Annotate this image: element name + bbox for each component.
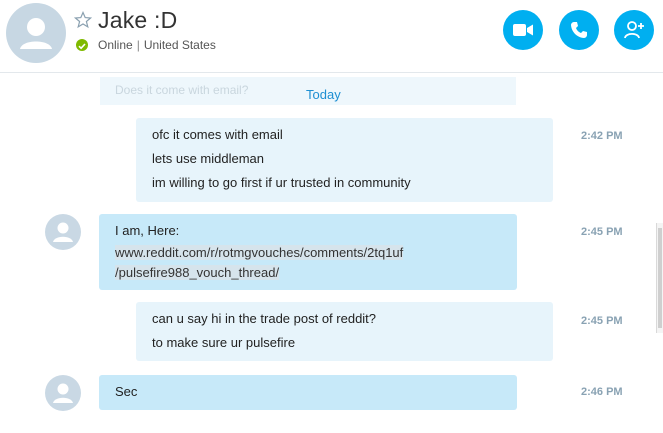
contact-avatar-small[interactable] [45,375,81,411]
day-separator: Today [306,87,341,102]
outgoing-message[interactable]: can u say hi in the trade post of reddit… [136,302,553,361]
video-call-button[interactable] [503,10,543,50]
message-line: im willing to go first if ur trusted in … [152,175,411,190]
default-avatar-icon [53,383,73,403]
message-link-part[interactable]: www.reddit.com/r/rotmgvouches/comments/2… [115,245,404,260]
default-avatar-icon [53,222,73,242]
message-line: Sec [115,384,138,399]
voice-call-button[interactable] [559,10,599,50]
outgoing-message[interactable]: ofc it comes with email lets use middlem… [136,118,553,202]
message-timestamp: 2:45 PM [581,226,623,238]
message-link[interactable]: www.reddit.com/r/rotmgvouches/comments/2… [115,243,501,283]
add-people-button[interactable] [614,10,654,50]
favorite-star-icon[interactable] [74,11,92,29]
video-camera-icon [513,24,533,36]
message-line: I am, Here: [115,223,180,238]
contact-name: Jake :D [98,7,178,33]
message-link-part[interactable]: /pulsefire988_vouch_thread/ [115,265,280,280]
status-separator: | [136,38,140,52]
message-timestamp: 2:46 PM [581,386,623,398]
message-line: to make sure ur pulsefire [152,335,296,350]
message-line: ofc it comes with email [152,127,283,142]
status-line: Online | United States [98,38,216,52]
add-person-icon [624,21,644,39]
message-line: lets use middleman [152,151,264,166]
contact-avatar-small[interactable] [45,214,81,250]
contact-avatar[interactable] [6,3,66,63]
scrollbar-thumb[interactable] [658,228,662,328]
message-line: can u say hi in the trade post of reddit… [152,311,377,326]
message-timestamp: 2:42 PM [581,130,623,142]
incoming-message[interactable]: Sec [99,375,517,410]
incoming-message[interactable]: I am, Here: www.reddit.com/r/rotmgvouche… [99,214,517,290]
contact-location: United States [143,38,216,52]
phone-icon [571,22,587,38]
default-avatar-icon [20,18,52,49]
presence-status: Online [98,38,133,52]
message-timestamp: 2:45 PM [581,315,623,327]
message-list[interactable]: Does it come with email? Today ofc it co… [0,73,663,433]
conversation-header: Jake :D Online | United States [0,0,663,73]
online-status-icon [76,39,88,51]
